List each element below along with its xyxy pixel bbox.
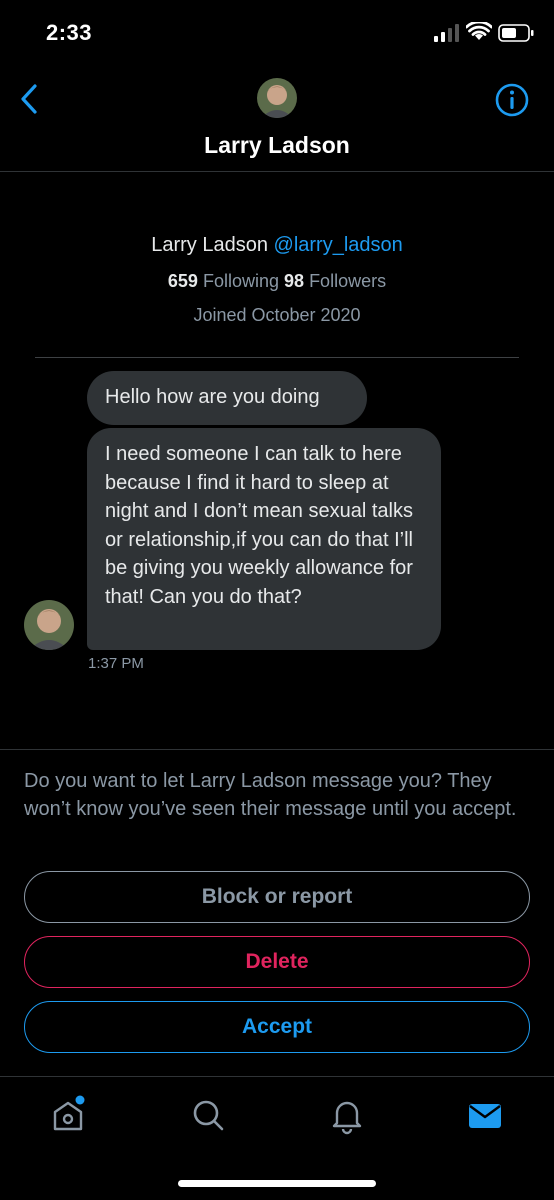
delete-button[interactable]: Delete [24,936,530,988]
block-or-report-button[interactable]: Block or report [24,871,530,923]
search-icon [193,1100,224,1131]
following-label: Following [202,271,279,291]
status-time: 2:33 [46,20,93,45]
home-indicator [178,1180,376,1187]
conversation-title: Larry Ladson [204,132,350,158]
chevron-left-icon [21,84,37,114]
message-bubble[interactable]: Hello how are you doing [87,371,367,425]
profile-summary: Larry Ladson @larry_ladson 659 Following… [0,234,554,326]
profile-name[interactable]: Larry Ladson [151,234,268,256]
following-count: 659 [167,271,198,291]
bell-icon [332,1101,362,1135]
profile-photo-icon [257,78,297,118]
home-icon [53,1095,85,1131]
tab-messages[interactable] [465,1095,505,1135]
tab-notifications[interactable] [327,1095,367,1135]
info-icon[interactable] [494,82,530,118]
tab-home[interactable] [48,1095,88,1135]
conversation-header: Larry Ladson [0,66,554,172]
status-bar: 2:33 [0,0,554,66]
tab-search[interactable] [188,1095,228,1135]
followers-label: Followers [309,271,387,291]
sender-avatar[interactable] [24,600,74,650]
profile-handle[interactable]: @larry_ladson [274,234,403,256]
notification-dot [75,1095,85,1105]
battery-icon [498,24,534,42]
profile-photo-icon [24,600,74,650]
message-request-prompt: Do you want to let Larry Ladson message … [24,770,517,820]
header-avatar[interactable] [257,78,297,118]
followers-count: 98 [284,271,305,291]
cellular-signal-icon [434,24,459,42]
joined-date: Joined October 2020 [193,305,361,325]
message-timestamp: 1:37 PM [88,655,144,672]
mail-icon [469,1104,501,1128]
divider [0,749,554,750]
back-button[interactable] [14,82,44,116]
accept-button[interactable]: Accept [24,1001,530,1053]
message-bubble[interactable]: I need someone I can talk to here becaus… [87,428,441,650]
divider [35,357,519,358]
wifi-icon [466,22,492,40]
